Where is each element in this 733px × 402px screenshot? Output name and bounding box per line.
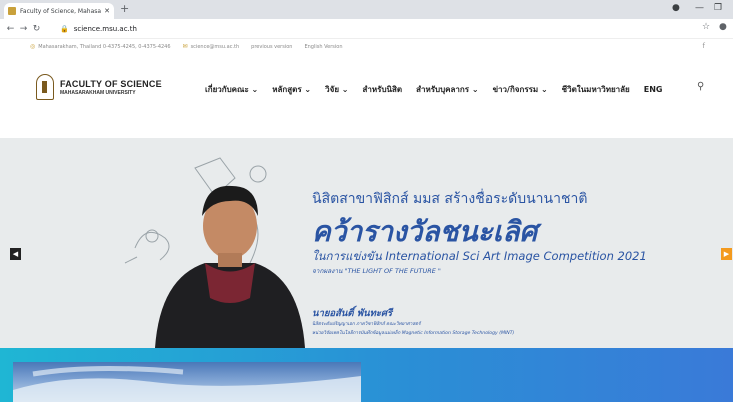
lock-icon: 🔒 — [60, 24, 69, 33]
tab-strip: Faculty of Science, Mahasarakha ✕ + ● — … — [0, 0, 733, 19]
menu-campus-life[interactable]: ชีวิตในมหาวิทยาลัย — [562, 83, 630, 96]
location-icon: ◎ — [30, 43, 36, 50]
url-text: science.msu.ac.th — [73, 24, 137, 33]
account-icon[interactable]: ● — [719, 22, 727, 32]
menu-english[interactable]: ENG — [644, 85, 663, 94]
maximize-icon[interactable]: ❐ — [714, 3, 722, 13]
menu-programs[interactable]: หลักสูตร ⌄ — [272, 83, 311, 96]
facebook-icon[interactable]: f — [703, 42, 705, 50]
address-info: ◎ Mahasarakham, Thailand 0-4375-4245, 0-… — [30, 43, 171, 50]
faculty-logo[interactable]: FACULTY OF SCIENCE MAHASARAKHAM UNIVERSI… — [36, 74, 162, 100]
logo-subtitle: MAHASARAKHAM UNIVERSITY — [60, 89, 136, 96]
hero-work-title: จากผลงาน "THE LIGHT OF THE FUTURE " — [312, 267, 441, 275]
hero-affiliation: นิสิตระดับปริญญาเอก ภาควิชาฟิสิกส์ คณะวิ… — [312, 322, 421, 327]
hero-research-unit: หน่วยวิจัยเทคโนโลยีการบันทึกข้อมูลแม่เหล… — [312, 331, 515, 336]
email-link[interactable]: ✉ science@msu.ac.th — [183, 43, 240, 50]
email-text: science@msu.ac.th — [190, 43, 240, 50]
browser-tab[interactable]: Faculty of Science, Mahasarakha ✕ — [4, 3, 114, 19]
main-menu: เกี่ยวกับคณะ ⌄ หลักสูตร ⌄ วิจัย ⌄ สำหรับ… — [205, 83, 676, 96]
profile-icon[interactable]: ● — [672, 3, 680, 13]
forward-arrow-icon[interactable]: → — [17, 24, 30, 34]
menu-about[interactable]: เกี่ยวกับคณะ ⌄ — [205, 83, 258, 96]
site-header: FACULTY OF SCIENCE MAHASARAKHAM UNIVERSI… — [0, 54, 733, 138]
address-bar[interactable]: 🔒 science.msu.ac.th — [60, 21, 680, 36]
next-slide-button[interactable]: ▶ — [721, 248, 732, 260]
student-photo — [155, 185, 305, 348]
browser-window: Faculty of Science, Mahasarakha ✕ + ● — … — [0, 0, 733, 402]
menu-students[interactable]: สำหรับนิสิต — [363, 83, 403, 96]
reload-icon[interactable]: ↻ — [30, 24, 43, 34]
hero-headline: นิสิตสาขาฟิสิกส์ มมส สร้างชื่อระดับนานาช… — [312, 191, 588, 207]
back-arrow-icon[interactable]: ← — [4, 24, 17, 34]
english-version-link[interactable]: English Version — [304, 44, 342, 50]
menu-research[interactable]: วิจัย ⌄ — [325, 83, 348, 96]
university-emblem-icon — [36, 74, 54, 100]
site-info-bar: ◎ Mahasarakham, Thailand 0-4375-4245, 0-… — [0, 38, 733, 54]
cloud-shapes — [13, 365, 361, 402]
address-text: Mahasarakham, Thailand 0-4375-4245, 0-43… — [38, 43, 171, 50]
sky-photo[interactable] — [13, 362, 361, 402]
previous-version-link[interactable]: previous version — [251, 44, 292, 50]
favicon-icon — [8, 7, 16, 15]
hero-slider: ◀ ▶ นิสิตสาขาฟิสิกส์ มมส สร้างชื่อระดับน… — [0, 138, 733, 348]
prev-slide-button[interactable]: ◀ — [10, 248, 21, 260]
hero-student-name: นายอสันติ์ พันทะศรี — [312, 308, 393, 319]
close-icon[interactable]: ✕ — [104, 7, 110, 15]
search-icon[interactable]: ⚲ — [697, 81, 704, 92]
hero-competition: ในการแข่งขัน International Sci Art Image… — [312, 249, 647, 263]
menu-staff[interactable]: สำหรับบุคลากร ⌄ — [416, 83, 478, 96]
browser-toolbar: ← → ↻ 🔒 science.msu.ac.th ☆ ● — [0, 19, 733, 38]
new-tab-button[interactable]: + — [120, 2, 129, 15]
mail-icon: ✉ — [182, 43, 188, 50]
logo-title: FACULTY OF SCIENCE — [60, 78, 162, 89]
menu-news[interactable]: ข่าว/กิจกรรม ⌄ — [493, 83, 548, 96]
tab-title: Faculty of Science, Mahasarakha — [20, 7, 102, 15]
bookmark-star-icon[interactable]: ☆ — [702, 22, 710, 32]
minimize-icon[interactable]: — — [695, 3, 704, 13]
